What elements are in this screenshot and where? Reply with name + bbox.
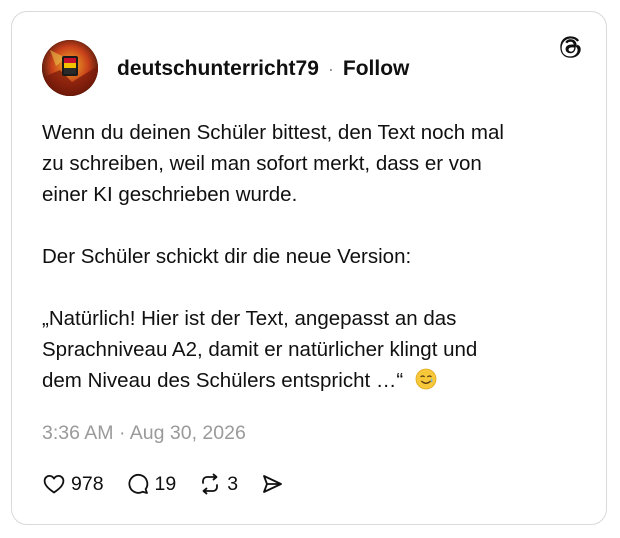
paragraph-line: Wenn du deinen Schüler bittest, den Text… xyxy=(42,121,504,144)
repost-count: 3 xyxy=(227,472,239,495)
avatar-image xyxy=(42,40,98,96)
post-timestamp: 3:36 AM · Aug 30, 2026 xyxy=(42,422,246,444)
smiling-face-with-tear-icon xyxy=(415,368,437,390)
post-card: deutschunterricht79 · Follow Wenn du dei… xyxy=(11,11,607,525)
post-body: Wenn du deinen Schüler bittest, den Text… xyxy=(42,117,582,396)
paragraph-line: Der Schüler schickt dir die neue Version… xyxy=(42,245,412,268)
repost-button[interactable]: 3 xyxy=(198,472,238,496)
like-count: 978 xyxy=(71,472,104,495)
like-button[interactable]: 978 xyxy=(42,472,104,496)
post-header: deutschunterricht79 · Follow xyxy=(117,54,409,84)
share-button[interactable] xyxy=(260,472,289,496)
paragraph-1: Wenn du deinen Schüler bittest, den Text… xyxy=(42,117,582,210)
paragraph-line: zu schreiben, weil man sofort merkt, das… xyxy=(42,152,482,175)
action-bar: 978 19 3 xyxy=(42,470,311,498)
paragraph-3: „Natürlich! Hier ist der Text, angepasst… xyxy=(42,303,582,396)
paragraph-line: einer KI geschrieben wurde. xyxy=(42,183,298,206)
separator-dot: · xyxy=(327,58,334,79)
heart-icon xyxy=(43,475,65,494)
reply-button[interactable]: 19 xyxy=(126,472,177,496)
send-icon xyxy=(263,475,283,493)
avatar[interactable] xyxy=(42,40,98,96)
reply-count: 19 xyxy=(154,472,177,495)
paragraph-2: Der Schüler schickt dir die neue Version… xyxy=(42,241,582,272)
repost-icon xyxy=(202,473,219,495)
threads-logo-icon[interactable] xyxy=(558,34,584,60)
paragraph-line: „Natürlich! Hier ist der Text, angepasst… xyxy=(42,307,457,330)
paragraph-line: Sprachniveau A2, damit er natürlicher kl… xyxy=(42,338,478,361)
username[interactable]: deutschunterricht79 xyxy=(117,57,319,81)
speech-bubble-icon xyxy=(128,473,148,494)
paragraph-line: dem Niveau des Schülers entspricht …“ xyxy=(42,369,404,392)
follow-button[interactable]: Follow xyxy=(343,57,410,81)
